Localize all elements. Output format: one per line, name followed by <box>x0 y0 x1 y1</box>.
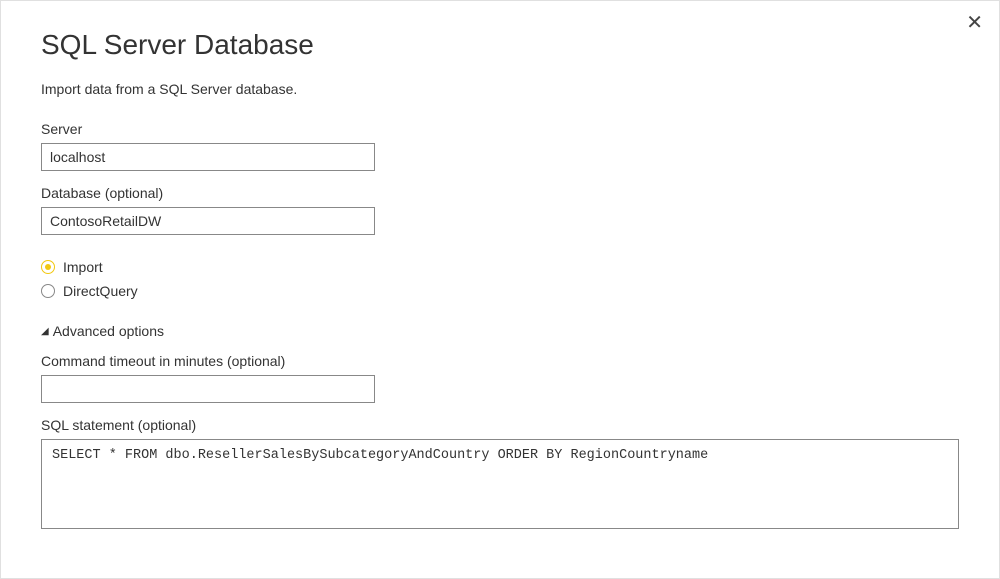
directquery-radio-label: DirectQuery <box>63 283 138 299</box>
dialog-title: SQL Server Database <box>41 29 959 61</box>
database-input[interactable] <box>41 207 375 235</box>
database-field-group: Database (optional) <box>41 185 959 235</box>
close-icon: ✕ <box>966 12 983 34</box>
timeout-label: Command timeout in minutes (optional) <box>41 353 959 369</box>
triangle-down-icon: ◢ <box>41 326 49 337</box>
close-button[interactable]: ✕ <box>962 9 987 37</box>
connection-mode-group: Import DirectQuery <box>41 259 959 299</box>
radio-dot-icon <box>45 264 51 270</box>
server-input[interactable] <box>41 143 375 171</box>
radio-selected-icon <box>41 260 55 274</box>
server-label: Server <box>41 121 959 137</box>
sql-server-dialog: SQL Server Database Import data from a S… <box>1 1 999 534</box>
database-label: Database (optional) <box>41 185 959 201</box>
timeout-input[interactable] <box>41 375 375 403</box>
timeout-field-group: Command timeout in minutes (optional) <box>41 353 959 403</box>
directquery-radio[interactable]: DirectQuery <box>41 283 959 299</box>
server-field-group: Server <box>41 121 959 171</box>
advanced-options-label: Advanced options <box>53 323 164 339</box>
import-radio-label: Import <box>63 259 103 275</box>
advanced-options-toggle[interactable]: ◢ Advanced options <box>41 323 959 339</box>
dialog-subtitle: Import data from a SQL Server database. <box>41 81 959 97</box>
sql-field-group: SQL statement (optional) <box>41 417 959 534</box>
sql-statement-input[interactable] <box>41 439 959 529</box>
import-radio[interactable]: Import <box>41 259 959 275</box>
radio-unselected-icon <box>41 284 55 298</box>
sql-label: SQL statement (optional) <box>41 417 959 433</box>
